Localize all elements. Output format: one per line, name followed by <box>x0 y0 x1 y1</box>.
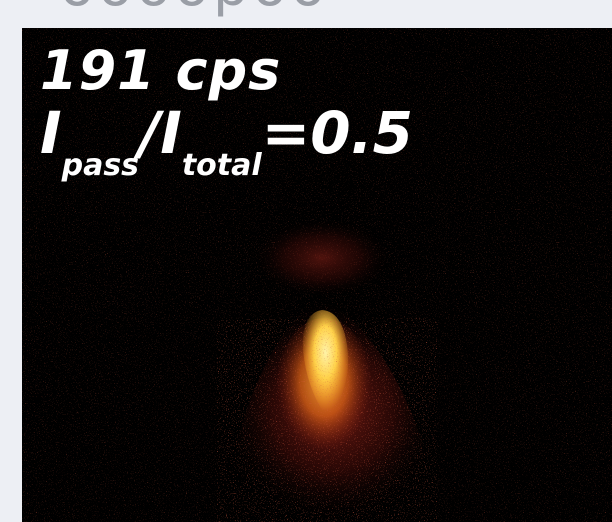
intensity-ratio-label: Ipass/Itotal=0.5 <box>40 104 413 181</box>
image-annotation: 191 cps Ipass/Itotal=0.5 <box>40 39 413 181</box>
ratio-denominator-symbol: I <box>160 99 182 167</box>
upper-halo <box>252 218 392 298</box>
slide: oooopoo <box>0 0 612 522</box>
ratio-numerator-symbol: I <box>40 99 62 167</box>
cropped-heading-text: oooopoo <box>60 0 329 20</box>
ratio-denominator-subscript: total <box>181 148 262 183</box>
ratio-numerator-subscript: pass <box>61 148 140 183</box>
camera-image-panel: 191 cps Ipass/Itotal=0.5 <box>22 28 612 522</box>
ratio-slash: / <box>139 99 161 167</box>
ratio-value: =0.5 <box>261 99 413 167</box>
count-rate-label: 191 cps <box>40 39 282 102</box>
